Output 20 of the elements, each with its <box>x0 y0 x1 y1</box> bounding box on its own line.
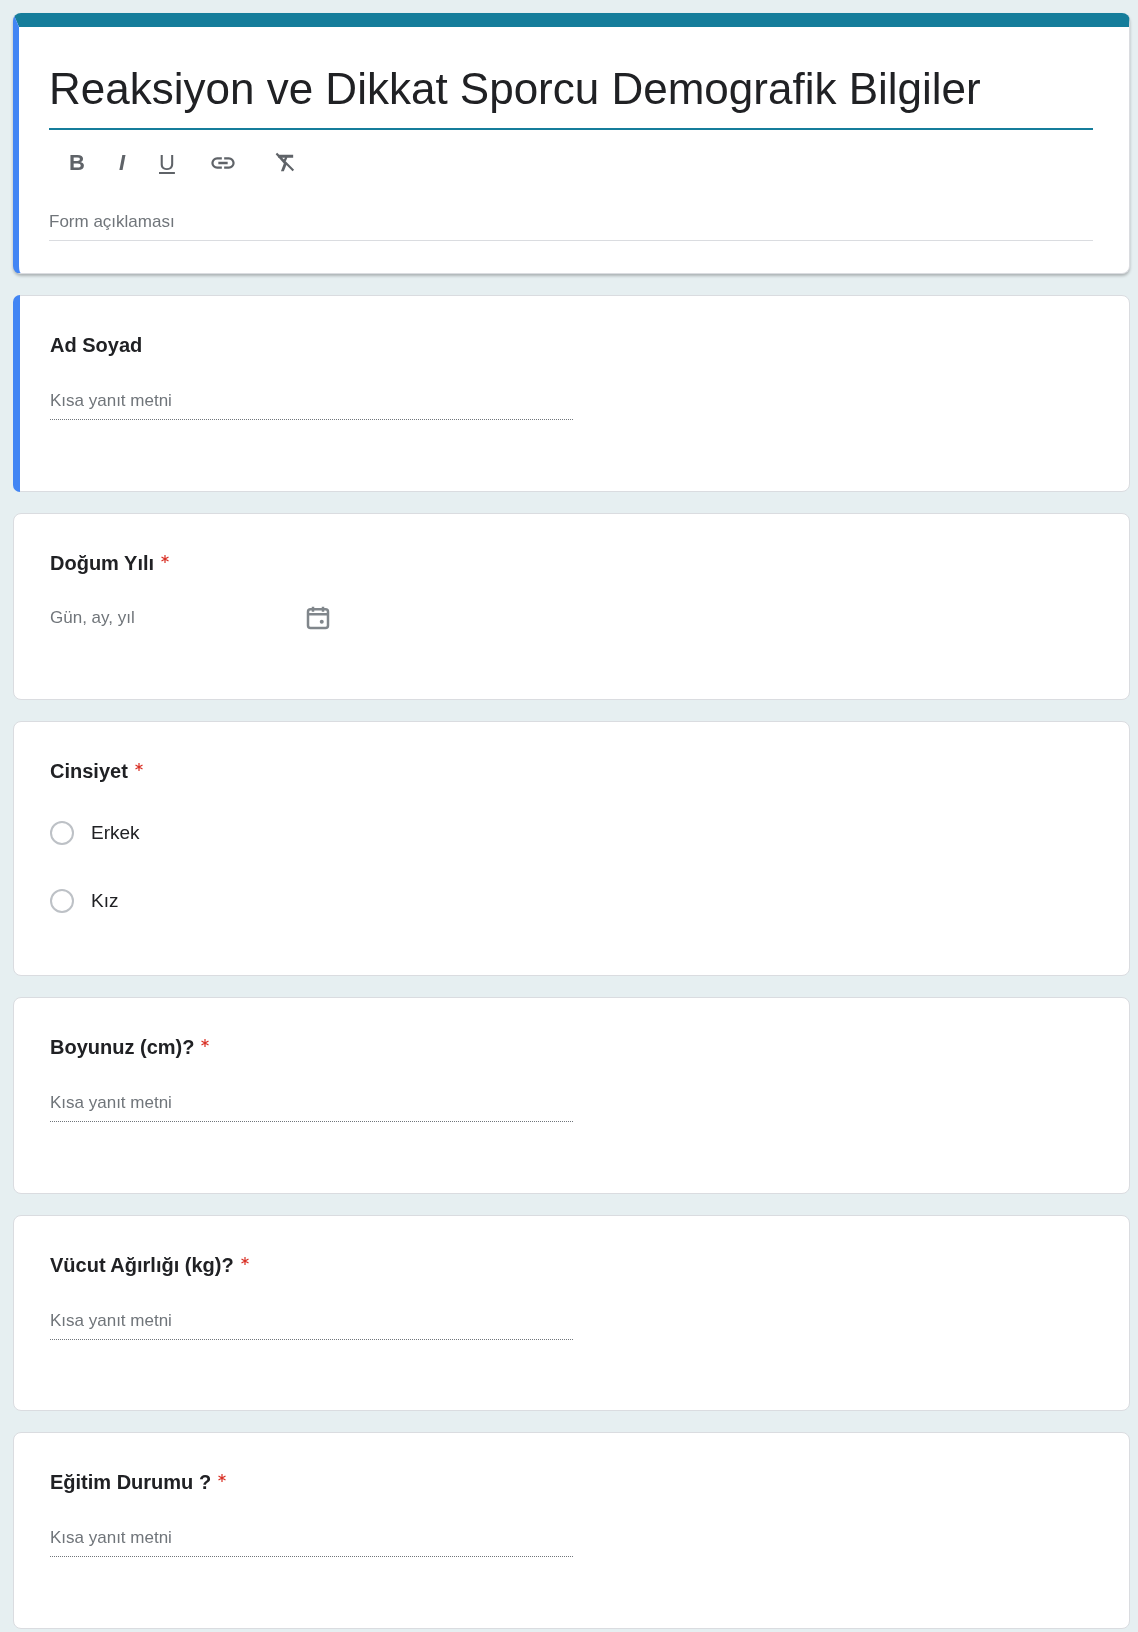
option-label: Erkek <box>91 821 140 844</box>
question-card[interactable]: Boyunuz (cm)? Kısa yanıt metni <box>13 996 1130 1194</box>
option-label: Kız <box>91 889 119 912</box>
question-title: Boyunuz (cm)? <box>50 1035 195 1059</box>
question-title: Ad Soyad <box>50 334 143 357</box>
question-card[interactable]: Vücut Ağırlığı (kg)? Kısa yanıt metni <box>13 1214 1130 1412</box>
question-card[interactable]: Ad Soyad Kısa yanıt metni <box>13 295 1130 492</box>
question-title: Cinsiyet <box>50 759 128 783</box>
radio-button[interactable] <box>50 820 74 845</box>
question-title: Vücut Ağırlığı (kg)? <box>50 1253 234 1277</box>
form-title-field[interactable]: Reaksiyon ve Dikkat Sporcu Demografik Bilgiler <box>49 55 1093 130</box>
question-card[interactable]: Eğitim Durumu ? Kısa yanıt metni <box>13 1432 1130 1629</box>
bold-button[interactable]: B <box>69 149 85 176</box>
radio-button[interactable] <box>50 888 74 913</box>
italic-button[interactable]: I <box>118 149 125 176</box>
underline-button[interactable]: U <box>159 149 175 176</box>
question-card[interactable]: Doğum Yılı Gün, ay, yıl <box>13 512 1130 700</box>
question-title: Eğitim Durumu ? <box>50 1471 212 1495</box>
question-card[interactable]: Cinsiyet Erkek Kız <box>13 720 1130 976</box>
question-title: Doğum Yılı <box>50 551 155 575</box>
